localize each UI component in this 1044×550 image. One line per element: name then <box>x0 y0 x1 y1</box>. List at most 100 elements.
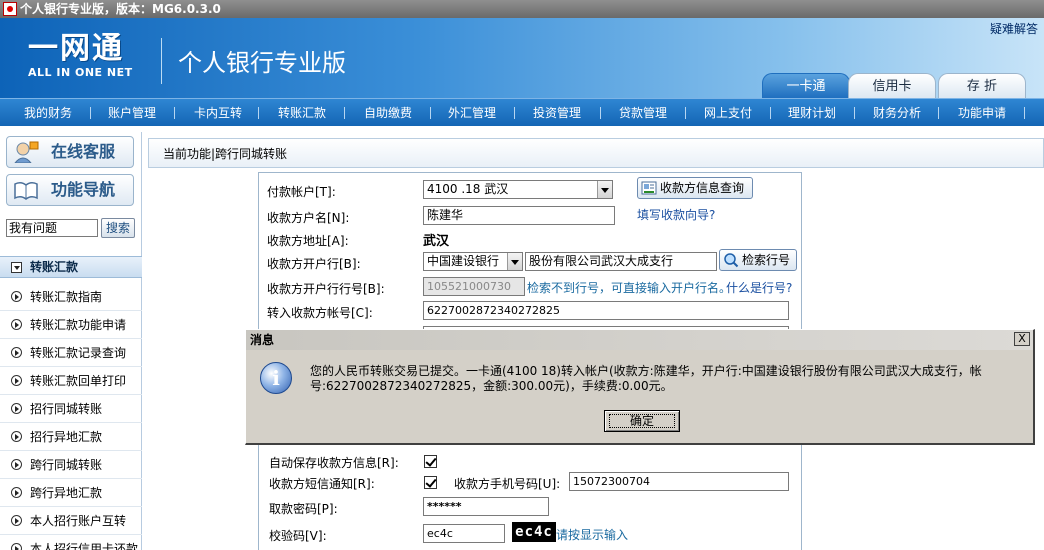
sidebar-item-credit-repay[interactable]: 本人招行信用卡还款 <box>0 535 142 550</box>
nav-separator <box>430 107 431 119</box>
nav-separator <box>344 107 345 119</box>
app-title: 个人银行专业版 <box>178 49 346 77</box>
sidebar-section-transfer[interactable]: 转账汇款 <box>0 256 142 278</box>
online-service-label: 在线客服 <box>51 142 116 161</box>
nav-separator <box>600 107 601 119</box>
captcha-label: 校验码[V]: <box>269 529 327 543</box>
sidebar-item-transfer-apply[interactable]: 转账汇款功能申请 <box>0 311 142 339</box>
help-search-input[interactable]: 我有问题 <box>6 219 98 237</box>
function-nav-button[interactable]: 功能导航 <box>6 174 134 206</box>
sidebar-item-cmb-remote[interactable]: 招行异地汇款 <box>0 423 142 451</box>
nav-separator <box>1024 107 1025 119</box>
arrow-bullet-icon <box>11 487 22 498</box>
sidebar-item-interbank-local[interactable]: 跨行同城转账 <box>0 451 142 479</box>
sms-notify-checkbox[interactable] <box>424 476 437 489</box>
nav-transfer-remit[interactable]: 转账汇款 <box>278 99 326 127</box>
breadcrumb: 当前功能|跨行同城转账 <box>148 138 1044 168</box>
nav-function-apply[interactable]: 功能申请 <box>958 99 1006 127</box>
nav-financial-analysis[interactable]: 财务分析 <box>873 99 921 127</box>
search-bank-code-button[interactable]: 检索行号 <box>719 249 797 271</box>
payee-name-input[interactable]: 陈建华 <box>423 206 615 225</box>
nav-self-payment[interactable]: 自助缴费 <box>364 99 412 127</box>
info-icon: i <box>260 362 292 394</box>
arrow-bullet-icon <box>11 403 22 414</box>
sidebar-item-transfer-records[interactable]: 转账汇款记录查询 <box>0 339 142 367</box>
tab-debit-card[interactable]: 一卡通 <box>762 73 850 98</box>
help-link[interactable]: 疑难解答 <box>990 20 1038 37</box>
payee-bank-value: 中国建设银行 <box>427 254 500 268</box>
main-nav: 我的财务 账户管理 卡内互转 转账汇款 自助缴费 外汇管理 投资管理 贷款管理 … <box>0 98 1044 126</box>
payee-bank-select[interactable]: 中国建设银行 <box>423 252 523 271</box>
sidebar-item-label: 跨行异地汇款 <box>30 486 103 500</box>
sidebar-item-cmb-local[interactable]: 招行同城转账 <box>0 395 142 423</box>
captcha-input[interactable]: ec4c <box>423 524 505 543</box>
arrow-bullet-icon <box>11 375 22 386</box>
payee-address-value: 武汉 <box>423 234 450 249</box>
nav-card-transfer[interactable]: 卡内互转 <box>194 99 242 127</box>
sidebar-item-own-account[interactable]: 本人招行账户互转 <box>0 507 142 535</box>
customer-service-icon <box>14 141 39 163</box>
sidebar-item-label: 转账汇款回单打印 <box>30 374 127 388</box>
bank-code-input[interactable]: 105521000730 <box>423 277 525 296</box>
contact-card-icon <box>641 181 657 195</box>
captcha-hint: 请按显示输入 <box>556 528 629 542</box>
payer-account-select[interactable]: 4100 .18 武汉 <box>423 180 613 199</box>
payee-account-input[interactable]: 6227002872340272825 <box>423 301 789 320</box>
nav-forex[interactable]: 外汇管理 <box>448 99 496 127</box>
payee-mobile-input[interactable]: 15072300704 <box>569 472 789 491</box>
sidebar-item-label: 本人招行信用卡还款 <box>30 542 139 550</box>
payee-mobile-label: 收款方手机号码[U]: <box>454 477 561 491</box>
arrow-bullet-icon <box>11 459 22 470</box>
nav-online-payment[interactable]: 网上支付 <box>704 99 752 127</box>
payee-branch-input[interactable]: 股份有限公司武汉大成支行 <box>525 252 717 271</box>
focus-ring <box>609 414 675 428</box>
arrow-bullet-icon <box>11 431 22 442</box>
sms-notify-label: 收款方短信通知[R]: <box>269 477 375 491</box>
arrow-bullet-icon <box>11 347 22 358</box>
close-icon[interactable]: X <box>1014 332 1030 346</box>
sidebar-item-receipt-print[interactable]: 转账汇款回单打印 <box>0 367 142 395</box>
online-service-button[interactable]: 在线客服 <box>6 136 134 168</box>
arrow-bullet-icon <box>11 291 22 302</box>
sidebar-item-label: 招行异地汇款 <box>30 430 103 444</box>
bank-code-hint: 检索不到行号，可直接输入开户行名。 <box>527 281 732 295</box>
fill-guide-link[interactable]: 填写收款向导? <box>637 206 715 223</box>
dialog-message: 您的人民币转账交易已提交。一卡通(4100 18)转入帐户(收款方:陈建华，开户… <box>310 364 982 393</box>
password-label: 取款密码[P]: <box>269 502 338 516</box>
tab-credit-card[interactable]: 信用卡 <box>848 73 936 98</box>
collapse-icon <box>11 262 22 273</box>
bank-code-label: 收款方开户行行号[B]: <box>267 282 385 296</box>
payee-query-label: 收款方信息查询 <box>660 181 745 195</box>
help-search-button[interactable]: 搜索 <box>101 218 135 238</box>
nav-separator <box>854 107 855 119</box>
left-sidebar: 在线客服 功能导航 我有问题 搜索 转账汇款 转账汇款指南 转账汇款功能申请 转… <box>0 132 142 550</box>
nav-my-finance[interactable]: 我的财务 <box>24 99 72 127</box>
logo-subtext: ALL IN ONE NET <box>28 66 133 79</box>
sidebar-item-label: 招行同城转账 <box>30 402 103 416</box>
password-input[interactable]: ****** <box>423 497 549 516</box>
tab-passbook[interactable]: 存 折 <box>938 73 1026 98</box>
search-bank-code-label: 检索行号 <box>742 253 791 267</box>
auto-save-checkbox[interactable] <box>424 455 437 468</box>
header-banner: 一网通 ALL IN ONE NET 个人银行专业版 疑难解答 一卡通 信用卡 … <box>0 18 1044 98</box>
nav-separator <box>770 107 771 119</box>
sidebar-item-transfer-guide[interactable]: 转账汇款指南 <box>0 283 142 311</box>
nav-separator <box>90 107 91 119</box>
sidebar-section-title: 转账汇款 <box>30 260 79 274</box>
payee-query-button[interactable]: 收款方信息查询 <box>637 177 753 199</box>
nav-separator <box>174 107 175 119</box>
nav-loan[interactable]: 贷款管理 <box>619 99 667 127</box>
auto-save-label: 自动保存收款方信息[R]: <box>269 456 399 470</box>
function-nav-label: 功能导航 <box>51 180 116 199</box>
nav-investment[interactable]: 投资管理 <box>533 99 581 127</box>
bank-code-help-link[interactable]: 什么是行号? <box>726 279 792 296</box>
payee-bank-label: 收款方开户行[B]: <box>267 257 361 271</box>
nav-wealth-plan[interactable]: 理财计划 <box>788 99 836 127</box>
sidebar-item-interbank-remote[interactable]: 跨行异地汇款 <box>0 479 142 507</box>
current-function: 当前功能|跨行同城转账 <box>163 147 288 161</box>
ok-button[interactable]: 确定 <box>604 410 680 432</box>
nav-account-management[interactable]: 账户管理 <box>108 99 156 127</box>
chevron-down-icon <box>597 181 612 198</box>
sidebar-item-label: 转账汇款记录查询 <box>30 346 127 360</box>
sidebar-item-label: 转账汇款指南 <box>30 290 103 304</box>
